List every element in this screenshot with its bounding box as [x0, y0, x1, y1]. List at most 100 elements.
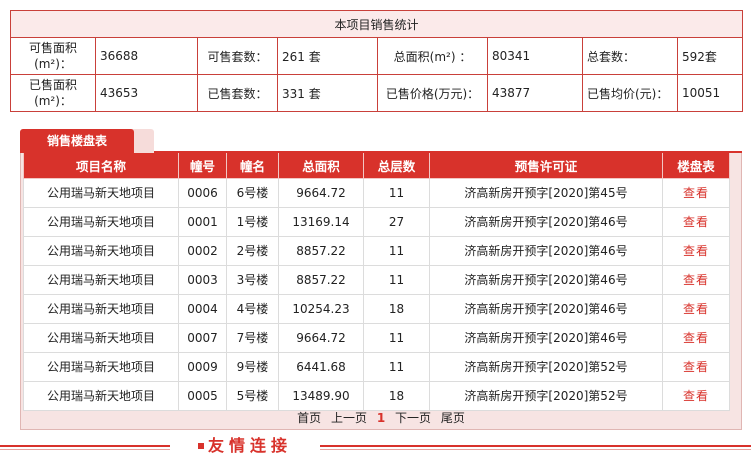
table-row: 公用瑞马新天地项目 0006 6号楼 9664.72 11 济高新房开预字[20… — [23, 177, 730, 208]
cell-presale-permit: 济高新房开预字[2020]第45号 — [429, 177, 663, 208]
cell-floors: 18 — [363, 293, 430, 324]
pager-last[interactable]: 尾页 — [441, 411, 465, 425]
view-link[interactable]: 查看 — [662, 206, 730, 237]
cell-total-area: 9664.72 — [278, 322, 364, 353]
cell-presale-permit: 济高新房开预字[2020]第52号 — [429, 380, 663, 411]
cell-presale-permit: 济高新房开预字[2020]第46号 — [429, 206, 663, 237]
view-link[interactable]: 查看 — [662, 235, 730, 266]
available-area-value: 36688 — [95, 37, 198, 75]
header-project-name: 项目名称 — [23, 153, 179, 179]
cell-project-name: 公用瑞马新天地项目 — [23, 293, 179, 324]
total-units-label: 总套数： — [582, 37, 678, 75]
view-link[interactable]: 查看 — [662, 351, 730, 382]
pager-current: 1 — [376, 411, 386, 425]
cell-building-no: 0006 — [178, 177, 227, 208]
sales-stats-table: 本项目销售统计 可售面积 (m²)： 36688 可售套数： 261 套 总面积… — [9, 10, 744, 112]
stats-title: 本项目销售统计 — [9, 10, 744, 38]
cell-building-name: 6号楼 — [226, 177, 279, 208]
cell-building-name: 3号楼 — [226, 264, 279, 295]
table-row: 公用瑞马新天地项目 0009 9号楼 6441.68 11 济高新房开预字[20… — [23, 351, 730, 382]
cell-project-name: 公用瑞马新天地项目 — [23, 264, 179, 295]
table-row: 公用瑞马新天地项目 0001 1号楼 13169.14 27 济高新房开预字[2… — [23, 206, 730, 237]
cell-building-no: 0009 — [178, 351, 227, 382]
cell-presale-permit: 济高新房开预字[2020]第46号 — [429, 264, 663, 295]
cell-floors: 11 — [363, 351, 430, 382]
cell-total-area: 10254.23 — [278, 293, 364, 324]
available-units-label: 可售套数： — [197, 37, 278, 75]
sold-price-label: 已售价格(万元)： — [377, 74, 488, 112]
sold-area-value: 43653 — [95, 74, 198, 112]
cell-floors: 11 — [363, 235, 430, 266]
cell-building-no: 0002 — [178, 235, 227, 266]
view-link[interactable]: 查看 — [662, 264, 730, 295]
pager-first[interactable]: 首页 — [297, 411, 321, 425]
cell-building-no: 0001 — [178, 206, 227, 237]
friendship-links-heading: 友情连接 — [170, 433, 320, 459]
header-total-area: 总面积 — [278, 153, 364, 179]
cell-total-area: 8857.22 — [278, 235, 364, 266]
cell-floors: 11 — [363, 264, 430, 295]
cell-building-name: 9号楼 — [226, 351, 279, 382]
header-building-no: 幢号 — [178, 153, 227, 179]
cell-floors: 27 — [363, 206, 430, 237]
sold-area-label: 已售面积 (m²)： — [10, 74, 96, 112]
building-list-table: 项目名称 幢号 幢名 总面积 总层数 预售许可证 楼盘表 公用瑞马新天地项目 0… — [23, 153, 730, 411]
cell-building-no: 0004 — [178, 293, 227, 324]
cell-presale-permit: 济高新房开预字[2020]第46号 — [429, 293, 663, 324]
sold-units-value: 331 套 — [277, 74, 378, 112]
tab-bar: 销售楼盘表 — [20, 127, 742, 153]
pager-prev[interactable]: 上一页 — [331, 411, 367, 425]
pagination: 首页 上一页 1 下一页 尾页 — [20, 409, 742, 427]
cell-presale-permit: 济高新房开预字[2020]第52号 — [429, 351, 663, 382]
table-row: 公用瑞马新天地项目 0003 3号楼 8857.22 11 济高新房开预字[20… — [23, 264, 730, 295]
cell-presale-permit: 济高新房开预字[2020]第46号 — [429, 322, 663, 353]
cell-total-area: 13489.90 — [278, 380, 364, 411]
table-row: 公用瑞马新天地项目 0004 4号楼 10254.23 18 济高新房开预字[2… — [23, 293, 730, 324]
cell-building-no: 0007 — [178, 322, 227, 353]
cell-total-area: 8857.22 — [278, 264, 364, 295]
cell-building-name: 5号楼 — [226, 380, 279, 411]
cell-building-name: 7号楼 — [226, 322, 279, 353]
cell-total-area: 9664.72 — [278, 177, 364, 208]
cell-project-name: 公用瑞马新天地项目 — [23, 235, 179, 266]
cell-building-name: 4号楼 — [226, 293, 279, 324]
header-presale-permit: 预售许可证 — [429, 153, 663, 179]
view-link[interactable]: 查看 — [662, 293, 730, 324]
cell-project-name: 公用瑞马新天地项目 — [23, 380, 179, 411]
table-row: 公用瑞马新天地项目 0007 7号楼 9664.72 11 济高新房开预字[20… — [23, 322, 730, 353]
sold-units-label: 已售套数： — [197, 74, 278, 112]
header-building-name: 幢名 — [226, 153, 279, 179]
square-bullet-icon — [197, 442, 204, 449]
avg-price-label: 已售均价(元)： — [582, 74, 678, 112]
cell-building-name: 2号楼 — [226, 235, 279, 266]
footer-divider-thin — [0, 449, 751, 450]
cell-project-name: 公用瑞马新天地项目 — [23, 322, 179, 353]
cell-floors: 18 — [363, 380, 430, 411]
cell-project-name: 公用瑞马新天地项目 — [23, 177, 179, 208]
view-link[interactable]: 查看 — [662, 177, 730, 208]
table-row: 公用瑞马新天地项目 0005 5号楼 13489.90 18 济高新房开预字[2… — [23, 380, 730, 411]
table-header-row: 项目名称 幢号 幢名 总面积 总层数 预售许可证 楼盘表 — [23, 153, 730, 179]
view-link[interactable]: 查看 — [662, 322, 730, 353]
pager-next[interactable]: 下一页 — [395, 411, 431, 425]
cell-floors: 11 — [363, 177, 430, 208]
available-units-value: 261 套 — [277, 37, 378, 75]
cell-total-area: 13169.14 — [278, 206, 364, 237]
table-row: 公用瑞马新天地项目 0002 2号楼 8857.22 11 济高新房开预字[20… — [23, 235, 730, 266]
available-area-label: 可售面积 (m²)： — [10, 37, 96, 75]
avg-price-value: 10051 — [676, 74, 744, 112]
cell-presale-permit: 济高新房开预字[2020]第46号 — [429, 235, 663, 266]
view-link[interactable]: 查看 — [662, 380, 730, 411]
header-building-table: 楼盘表 — [662, 153, 730, 179]
header-floors: 总层数 — [363, 153, 430, 179]
total-area-label: 总面积(m²) ： — [377, 37, 488, 75]
cell-floors: 11 — [363, 322, 430, 353]
cell-building-no: 0003 — [178, 264, 227, 295]
cell-project-name: 公用瑞马新天地项目 — [23, 206, 179, 237]
tab-sales-building-list[interactable]: 销售楼盘表 — [20, 129, 134, 153]
sold-price-value: 43877 — [487, 74, 583, 112]
cell-building-name: 1号楼 — [226, 206, 279, 237]
friendship-links-title: 友情连接 — [207, 436, 292, 455]
cell-total-area: 6441.68 — [278, 351, 364, 382]
total-area-value: 80341 — [487, 37, 583, 75]
